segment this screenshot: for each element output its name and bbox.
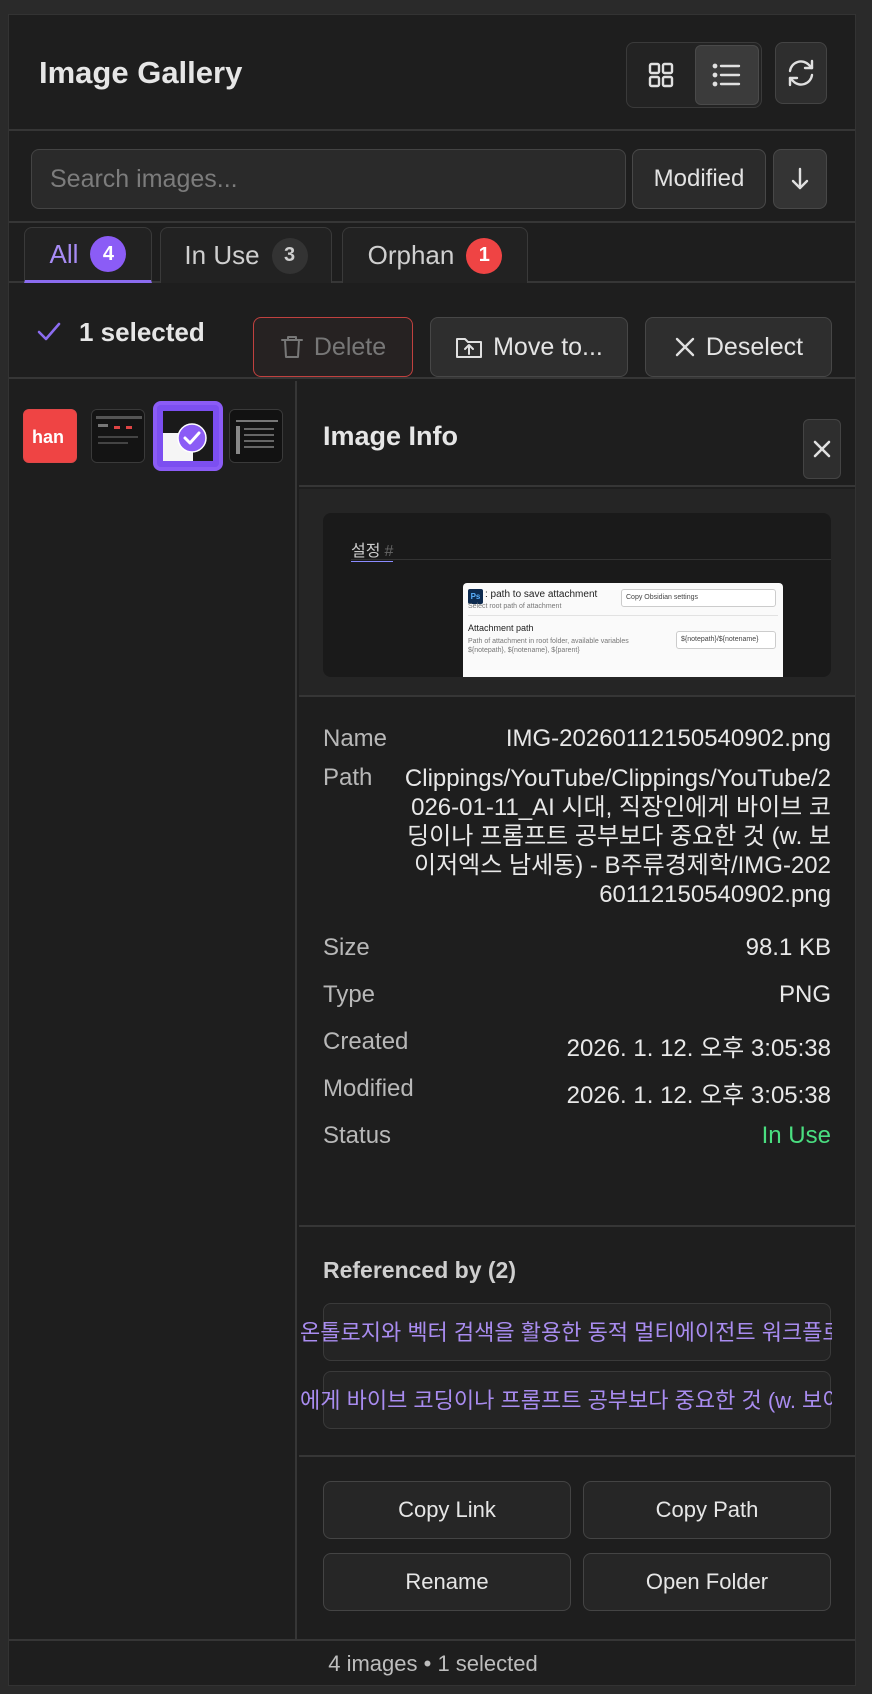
page-title: Image Gallery [39,55,243,90]
preview-settings-card: Ps : path to save attachment Select root… [463,583,783,677]
meta-value: 2026. 1. 12. 오후 3:05:38 [566,1082,831,1109]
thumbnail-grid: han [9,381,297,1639]
image-metadata: Name IMG-20260112150540902.png Path Clip… [323,711,831,1163]
reference-link[interactable]: 에게 바이브 코딩이나 프롬프트 공부보다 중요한 것 (w. 보이 [300,1371,832,1429]
tab-label: Orphan [367,240,455,270]
meta-label: Type [323,981,376,1008]
reference-link-text: 에게 바이브 코딩이나 프롬프트 공부보다 중요한 것 (w. 보이 [300,1388,832,1413]
close-icon [675,337,695,357]
move-to-button[interactable]: Move to... [430,317,628,377]
status-badge: In Use [761,1122,831,1149]
meta-label: Status [323,1122,392,1149]
gallery-header: Image Gallery [9,15,855,131]
divider [299,1225,855,1227]
meta-label: Created [323,1028,409,1055]
thumbnail-image [157,405,219,467]
folder-upload-icon [456,338,483,358]
status-bar: 4 images • 1 selected [9,1639,855,1685]
thumbnail-item[interactable] [91,409,145,463]
meta-label: Size [323,934,370,961]
list-icon [712,63,741,87]
references-title: Referenced by (2) [323,1257,517,1283]
copy-path-button[interactable]: Copy Path [583,1481,831,1539]
preview-setting2-sub: Path of attachment in root folder, avail… [468,638,629,654]
meta-label: Name [323,725,388,752]
preview-setting1-value: Copy Obsidian settings [621,589,776,607]
meta-row-size: Size 98.1 KB [323,928,831,975]
sort-field-button[interactable]: Modified [632,149,766,209]
search-row: Modified [9,133,855,223]
reference-link[interactable]: 온톨로지와 벡터 검색을 활용한 동적 멀티에이전트 워크플로 [300,1303,832,1361]
preview-heading-text: 설정 [351,543,381,560]
grid-icon [648,62,674,88]
image-info-panel: Image Info 설정 # Ps : path to save attachm… [299,381,855,1639]
meta-row-created: Created 2026. 1. 12. 오후 3:05:38 [323,1022,831,1069]
meta-value: IMG-20260112150540902.png [505,725,831,752]
move-label: Move to... [493,332,603,361]
count-badge: 3 [271,237,308,274]
preview-divider [351,559,831,560]
grid-view-button[interactable] [629,45,693,105]
tab-in-use[interactable]: In Use 3 [160,227,332,283]
filter-tabs: All 4 In Use 3 Orphan 1 [9,225,855,283]
divider [299,1455,855,1457]
image-preview[interactable]: 설정 # Ps : path to save attachment Select … [323,513,831,677]
meta-row-type: Type PNG [323,975,831,1022]
image-gallery-panel: Image Gallery Search images... Modified … [8,14,856,1686]
thumbnail-item[interactable]: han [23,409,77,463]
reference-link-text: 온톨로지와 벡터 검색을 활용한 동적 멀티에이전트 워크플로 [300,1320,832,1345]
meta-row-path: Path Clippings/YouTube/Clippings/YouTube… [323,758,831,928]
preview-setting1-sub: Select root path of attachment [468,603,562,610]
selection-toolbar: 1 selected Delete Move to... Deselect [9,285,855,379]
search-input[interactable] [31,149,626,209]
delete-label: Delete [313,332,387,361]
copy-link-button[interactable]: Copy Link [323,1481,571,1539]
refresh-icon [788,59,814,87]
preview-hash: # [384,543,394,560]
list-view-button[interactable] [695,45,759,105]
meta-row-name: Name IMG-20260112150540902.png [323,711,831,758]
sort-direction-button[interactable] [773,149,827,209]
preview-setting1-title: : path to save attachment [485,589,598,600]
meta-value: Clippings/YouTube/Clippings/YouTube/2026… [404,765,831,908]
preview-separator [468,615,778,616]
count-badge: 4 [90,236,127,272]
thumbnail-label: han [24,422,68,452]
info-title: Image Info [323,421,459,451]
view-mode-toggle [626,42,762,108]
open-folder-button[interactable]: Open Folder [583,1553,831,1611]
meta-row-modified: Modified 2026. 1. 12. 오후 3:05:38 [323,1069,831,1116]
deselect-button[interactable]: Deselect [645,317,832,377]
thumbnail-image [92,410,144,462]
thumbnail-item-selected[interactable] [153,401,223,471]
tab-all[interactable]: All 4 [24,227,152,283]
thumbnail-item[interactable] [229,409,283,463]
meta-label: Path [323,764,373,791]
rename-button[interactable]: Rename [323,1553,571,1611]
preview-setting2-value: ${notepath}/${notename} [676,631,776,649]
thumbnail-image [230,410,282,462]
check-icon [37,322,61,341]
tab-label: All [49,238,79,269]
close-icon [813,440,831,458]
preview-section: 설정 # Ps : path to save attachment Select … [299,489,855,697]
photoshop-icon: Ps [468,589,483,604]
preview-setting2-title: Attachment path [468,623,534,633]
count-badge: 1 [466,237,503,274]
meta-label: Modified [323,1075,414,1102]
info-header: Image Info [299,381,855,487]
meta-value: 2026. 1. 12. 오후 3:05:38 [566,1035,831,1062]
tab-orphan[interactable]: Orphan 1 [342,227,528,283]
trash-icon [280,336,303,358]
delete-button[interactable]: Delete [253,317,413,377]
tab-label: In Use [184,240,260,270]
meta-value: 98.1 KB [745,934,831,961]
meta-value: PNG [778,981,831,1008]
meta-row-status: Status In Use [323,1116,831,1163]
close-info-button[interactable] [803,419,841,479]
refresh-button[interactable] [775,42,827,104]
selected-count: 1 selected [79,317,205,347]
deselect-label: Deselect [705,332,804,361]
arrow-down-icon [791,167,809,190]
